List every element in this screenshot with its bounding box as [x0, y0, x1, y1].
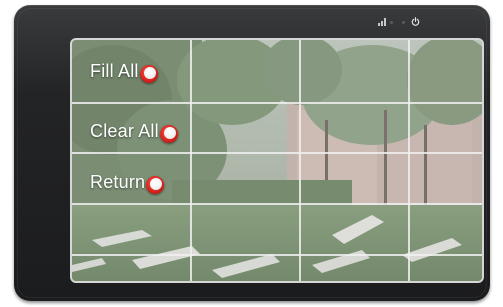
- grid-line: [72, 203, 482, 205]
- power-icon[interactable]: [411, 17, 420, 26]
- fill-all-label: Fill All: [90, 60, 139, 81]
- status-indicators: [364, 17, 434, 27]
- indicator-led: [402, 21, 405, 24]
- grid-line: [72, 102, 482, 104]
- grid-line: [72, 254, 482, 256]
- touch-screen[interactable]: Fill All Clear All Return: [70, 38, 484, 283]
- knob-icon: [139, 65, 158, 83]
- knob-icon: [146, 176, 165, 194]
- return-label: Return: [90, 171, 146, 192]
- grid-line: [299, 40, 301, 281]
- clear-all-button[interactable]: Clear All: [90, 119, 178, 143]
- fill-all-button[interactable]: Fill All: [90, 59, 158, 83]
- signal-icon: [378, 18, 386, 26]
- return-button[interactable]: Return: [90, 170, 165, 194]
- clear-all-label: Clear All: [90, 120, 159, 141]
- tablet-device: Fill All Clear All Return: [14, 5, 490, 301]
- knob-icon: [159, 125, 178, 143]
- grid-line: [190, 40, 192, 281]
- grid-line: [408, 40, 410, 281]
- grid-line: [72, 152, 482, 154]
- indicator-led: [390, 21, 393, 24]
